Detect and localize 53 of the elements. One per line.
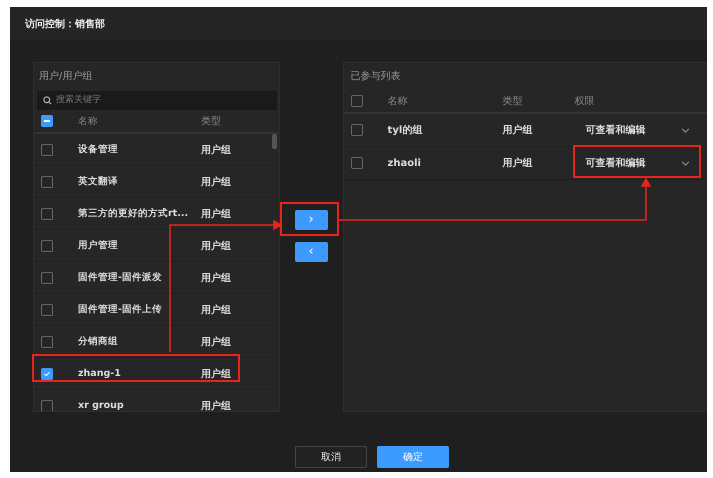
table-cell-text: 第三方的更好的方式rt... <box>78 207 190 220</box>
table-cell-text: 用户组 <box>201 367 231 380</box>
checkbox[interactable] <box>350 124 363 136</box>
checkbox[interactable] <box>41 176 53 188</box>
table-cell-text: tyl的组 <box>388 124 424 137</box>
checkbox[interactable] <box>41 115 53 127</box>
table-cell-text: 用户组 <box>201 303 231 316</box>
chevron-down-icon <box>680 160 690 166</box>
column-header: 名称 <box>78 114 99 128</box>
column-header: 类型 <box>502 94 524 108</box>
permission-dropdown[interactable]: 可查看和编辑 <box>574 156 690 170</box>
checkbox[interactable] <box>41 304 53 316</box>
table-cell-text: zhang-1 <box>78 368 122 379</box>
table-cell-text: 固件管理-固件上传 <box>78 303 163 316</box>
check-icon <box>43 370 51 378</box>
table-cell-text: 用户组 <box>201 335 231 348</box>
panel-title: 已参与列表 <box>350 70 402 84</box>
table-cell-text: 用户组 <box>201 399 231 411</box>
table-cell-text: 设备管理 <box>78 143 119 156</box>
permission-dropdown[interactable]: 可查看和编辑 <box>574 123 690 137</box>
column-header: 类型 <box>201 114 221 128</box>
checkbox[interactable] <box>41 240 53 252</box>
table-cell-text: zhaoli <box>388 158 422 168</box>
scrollbar-thumb[interactable] <box>272 134 277 149</box>
table-cell-text: 用户组 <box>201 239 231 252</box>
checkbox[interactable] <box>41 144 53 156</box>
highlight-box <box>280 202 339 236</box>
column-header: 权限 <box>574 94 595 108</box>
table-cell-text: 用户组 <box>201 207 231 220</box>
cancel-button[interactable]: 取消 <box>295 446 367 468</box>
checkbox[interactable] <box>41 400 53 411</box>
table-cell-text: 用户组 <box>502 156 534 170</box>
table-cell-text: 固件管理-固件派发 <box>78 271 163 284</box>
table-cell-text: 用户组 <box>201 271 231 284</box>
checkbox[interactable] <box>350 94 363 106</box>
table-cell-text: 英文翻译 <box>78 175 119 188</box>
panel-title: 用户/用户组 <box>38 70 94 84</box>
table-cell-text: 用户组 <box>201 143 231 156</box>
checkbox[interactable] <box>41 368 53 380</box>
checkbox[interactable] <box>350 157 363 169</box>
table-cell-text: xr group <box>78 400 125 411</box>
table-cell-text: 用户组 <box>502 123 534 137</box>
dialog-title: 访问控制：销售部 <box>25 17 105 30</box>
checkbox[interactable] <box>41 208 53 220</box>
chevron-down-icon <box>680 128 690 132</box>
search-field[interactable]: 搜索关键字 <box>37 91 277 110</box>
table-cell-text: 分销商组 <box>78 335 119 348</box>
checkbox[interactable] <box>41 272 53 284</box>
checkbox[interactable] <box>41 336 53 348</box>
column-header: 名称 <box>388 94 409 108</box>
table-cell-text: 用户管理 <box>78 239 119 252</box>
search-icon <box>43 96 52 105</box>
table-cell-text: 用户组 <box>201 175 231 188</box>
